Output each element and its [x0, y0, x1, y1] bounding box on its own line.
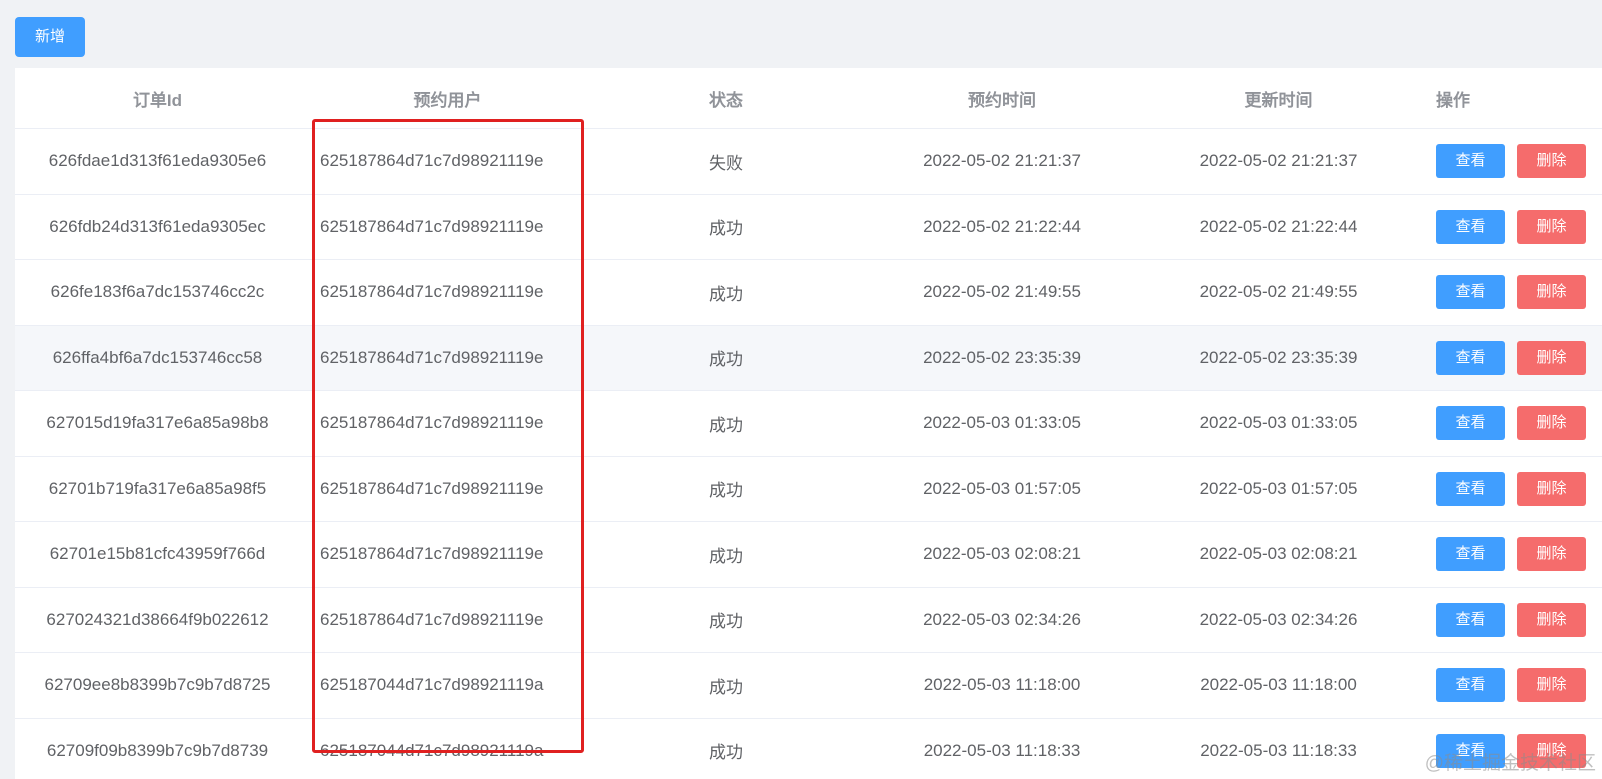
table-row: 626ffa4bf6a7dc153746cc58 625187864d71c7d… [15, 325, 1602, 391]
header-user: 预约用户 [413, 90, 482, 110]
cell-update-time: 2022-05-02 21:21:37 [1199, 151, 1358, 171]
watermark: @稀土掘金技术社区 [1424, 753, 1596, 774]
delete-button[interactable]: 删除 [1517, 471, 1586, 506]
cell-booking-time: 2022-05-03 11:18:00 [923, 675, 1081, 695]
cell-booking-time: 2022-05-02 21:22:44 [923, 216, 1081, 236]
delete-button[interactable]: 删除 [1517, 340, 1586, 375]
cell-order-id: 627024321d38664f9b022612 [46, 609, 269, 629]
cell-booking-time: 2022-05-03 01:33:05 [923, 413, 1081, 433]
cell-update-time: 2022-05-03 11:18:33 [1200, 740, 1357, 760]
cell-update-time: 2022-05-03 11:18:00 [1200, 675, 1357, 695]
cell-user: 625187864d71c7d98921119e [320, 544, 544, 564]
table-row: 626fdae1d313f61eda9305e6 625187864d71c7d… [15, 129, 1602, 195]
cell-booking-time: 2022-05-02 23:35:39 [923, 347, 1081, 367]
view-button[interactable]: 查看 [1436, 471, 1505, 506]
table-row: 62701e15b81cfc43959f766d 625187864d71c7d… [15, 522, 1602, 588]
delete-button[interactable]: 删除 [1517, 602, 1586, 637]
cell-actions: 查看 删除 [1410, 275, 1602, 310]
cell-user: 625187044d71c7d98921119a [320, 740, 544, 760]
cell-booking-time: 2022-05-02 21:21:37 [923, 151, 1081, 171]
cell-update-time: 2022-05-03 02:34:26 [1199, 609, 1358, 629]
cell-actions: 查看 删除 [1410, 209, 1602, 244]
table-header: 订单Id 预约用户 状态 预约时间 更新时间 操作 [15, 68, 1602, 129]
orders-table: 订单Id 预约用户 状态 预约时间 更新时间 操作 626fdae1d313f6… [15, 68, 1602, 779]
view-button[interactable]: 查看 [1436, 340, 1505, 375]
cell-status: 成功 [709, 219, 743, 239]
cell-order-id: 62701b719fa317e6a85a98f5 [48, 478, 267, 498]
delete-button[interactable]: 删除 [1517, 209, 1586, 244]
add-button[interactable]: 新增 [15, 17, 85, 57]
cell-status: 成功 [709, 612, 743, 632]
delete-button[interactable]: 删除 [1517, 537, 1586, 572]
cell-booking-time: 2022-05-03 02:08:21 [923, 544, 1081, 564]
cell-status: 成功 [709, 481, 743, 501]
cell-status: 成功 [709, 284, 743, 304]
cell-order-id: 626fdae1d313f61eda9305e6 [48, 151, 267, 171]
cell-user: 625187864d71c7d98921119e [320, 347, 544, 367]
cell-update-time: 2022-05-03 01:33:05 [1199, 413, 1358, 433]
table-row: 62709ee8b8399b7c9b7d8725 625187044d71c7d… [15, 653, 1602, 719]
cell-user: 625187864d71c7d98921119e [320, 151, 544, 171]
cell-actions: 查看 删除 [1410, 471, 1602, 506]
table-row: 626fe183f6a7dc153746cc2c 625187864d71c7d… [15, 260, 1602, 326]
cell-order-id: 62709ee8b8399b7c9b7d8725 [44, 675, 271, 695]
header-booking-time: 预约时间 [968, 90, 1036, 110]
cell-order-id: 627015d19fa317e6a85a98b8 [46, 413, 269, 433]
cell-user: 625187864d71c7d98921119e [320, 478, 544, 498]
view-button[interactable]: 查看 [1436, 144, 1505, 179]
delete-button[interactable]: 删除 [1517, 275, 1586, 310]
table-row: 62709f09b8399b7c9b7d8739 625187044d71c7d… [15, 719, 1602, 779]
header-order-id: 订单Id [132, 90, 183, 110]
cell-actions: 查看 删除 [1410, 340, 1602, 375]
header-status: 状态 [709, 90, 743, 110]
cell-booking-time: 2022-05-03 02:34:26 [923, 609, 1081, 629]
cell-actions: 查看 删除 [1410, 602, 1602, 637]
cell-order-id: 62709f09b8399b7c9b7d8739 [46, 740, 269, 760]
header-actions: 操作 [1436, 90, 1470, 110]
delete-button[interactable]: 删除 [1517, 668, 1586, 703]
cell-user: 625187864d71c7d98921119e [320, 282, 544, 302]
view-button[interactable]: 查看 [1436, 275, 1505, 310]
cell-actions: 查看 删除 [1410, 668, 1602, 703]
view-button[interactable]: 查看 [1436, 602, 1505, 637]
cell-actions: 查看 删除 [1410, 406, 1602, 441]
cell-update-time: 2022-05-02 23:35:39 [1199, 347, 1358, 367]
cell-status: 成功 [709, 743, 743, 763]
view-button[interactable]: 查看 [1436, 537, 1505, 572]
cell-order-id: 626fdb24d313f61eda9305ec [49, 216, 266, 236]
delete-button[interactable]: 删除 [1517, 406, 1586, 441]
cell-booking-time: 2022-05-02 21:49:55 [923, 282, 1081, 302]
cell-update-time: 2022-05-02 21:49:55 [1199, 282, 1358, 302]
cell-order-id: 626fe183f6a7dc153746cc2c [50, 282, 265, 302]
view-button[interactable]: 查看 [1436, 668, 1505, 703]
cell-status: 成功 [709, 350, 743, 370]
cell-update-time: 2022-05-02 21:22:44 [1199, 216, 1358, 236]
cell-user: 625187864d71c7d98921119e [320, 609, 544, 629]
table-row: 627015d19fa317e6a85a98b8 625187864d71c7d… [15, 391, 1602, 457]
cell-order-id: 626ffa4bf6a7dc153746cc58 [52, 347, 263, 367]
cell-actions: 查看 删除 [1410, 144, 1602, 179]
cell-user: 625187044d71c7d98921119a [320, 675, 544, 695]
cell-status: 失败 [709, 153, 743, 173]
cell-booking-time: 2022-05-03 11:18:33 [923, 740, 1081, 760]
cell-status: 成功 [709, 546, 743, 566]
table-row: 62701b719fa317e6a85a98f5 625187864d71c7d… [15, 457, 1602, 522]
cell-status: 成功 [709, 677, 743, 697]
cell-user: 625187864d71c7d98921119e [320, 216, 544, 236]
delete-button[interactable]: 删除 [1517, 144, 1586, 179]
cell-actions: 查看 删除 [1410, 537, 1602, 572]
cell-booking-time: 2022-05-03 01:57:05 [923, 478, 1081, 498]
table-row: 626fdb24d313f61eda9305ec 625187864d71c7d… [15, 195, 1602, 260]
view-button[interactable]: 查看 [1436, 406, 1505, 441]
header-update-time: 更新时间 [1244, 90, 1313, 110]
cell-user: 625187864d71c7d98921119e [320, 413, 544, 433]
view-button[interactable]: 查看 [1436, 209, 1505, 244]
cell-order-id: 62701e15b81cfc43959f766d [49, 544, 266, 564]
cell-update-time: 2022-05-03 02:08:21 [1199, 544, 1358, 564]
cell-status: 成功 [709, 415, 743, 435]
table-row: 627024321d38664f9b022612 625187864d71c7d… [15, 588, 1602, 653]
cell-update-time: 2022-05-03 01:57:05 [1199, 478, 1358, 498]
